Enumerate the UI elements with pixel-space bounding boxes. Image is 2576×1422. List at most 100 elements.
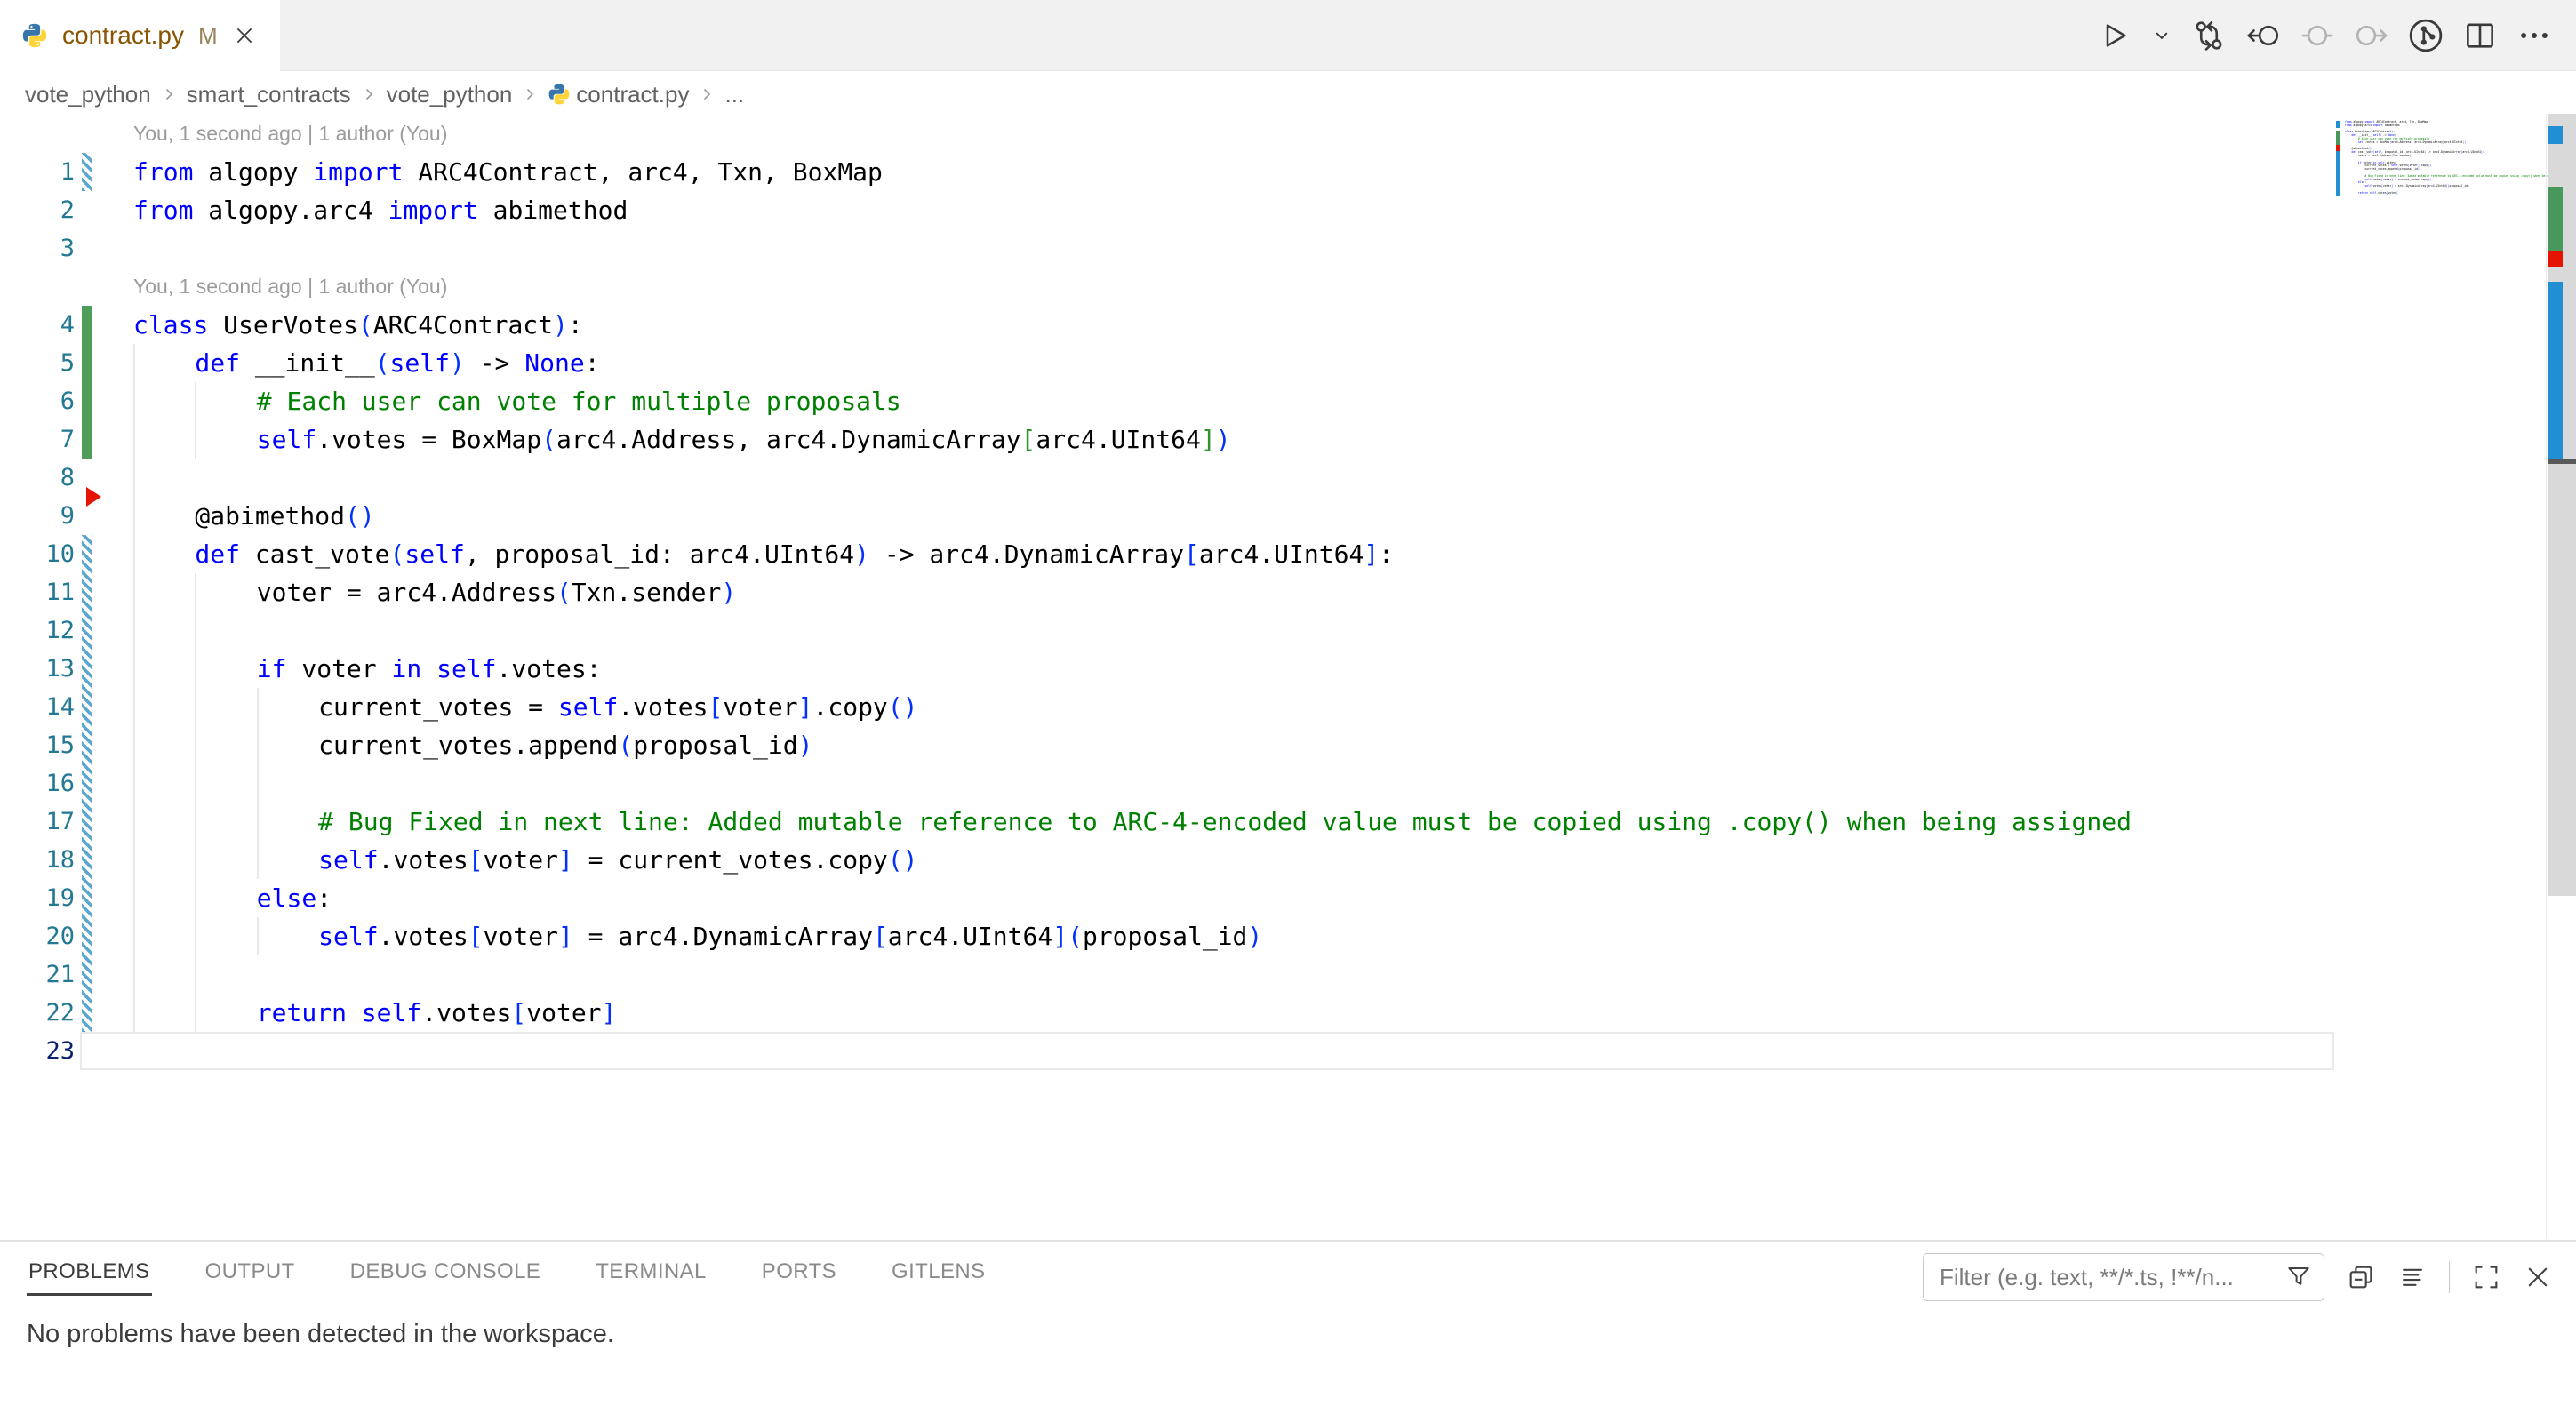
- code-text[interactable]: # Each user can vote for multiple propos…: [133, 382, 901, 420]
- line-number[interactable]: 16: [0, 764, 75, 803]
- codelens-text[interactable]: You, 1 second ago | 1 author (You): [133, 275, 447, 299]
- code-text[interactable]: [133, 611, 257, 650]
- code-line-21[interactable]: 21: [0, 955, 2546, 994]
- line-number[interactable]: 2: [0, 191, 75, 229]
- filter-icon[interactable]: [2284, 1263, 2313, 1291]
- tab-output[interactable]: OUTPUT: [204, 1252, 297, 1296]
- code-text[interactable]: if voter in self.votes:: [133, 650, 602, 688]
- code-text[interactable]: class UserVotes(ARC4Contract):: [133, 306, 583, 344]
- line-number[interactable]: 21: [0, 955, 75, 994]
- run-dropdown-icon[interactable]: [2148, 15, 2175, 56]
- minimap[interactable]: from algopy import ARC4Contract, arc4, T…: [2336, 121, 2546, 198]
- code-text[interactable]: else:: [133, 879, 332, 917]
- open-next-revision-icon[interactable]: [2351, 15, 2392, 56]
- line-number[interactable]: 14: [0, 688, 75, 726]
- code-line-3[interactable]: 3: [0, 229, 2546, 268]
- line-number[interactable]: 13: [0, 650, 75, 688]
- code-text[interactable]: voter = arc4.Address(Txn.sender): [133, 573, 736, 611]
- maximize-panel-icon[interactable]: [2471, 1262, 2501, 1292]
- code-line-17[interactable]: 17 # Bug Fixed in next line: Added mutabl…: [0, 803, 2546, 841]
- close-panel-icon[interactable]: [2523, 1262, 2553, 1292]
- code-line-1[interactable]: 1 from algopy import ARC4Contract, arc4, …: [0, 153, 2546, 191]
- code-text[interactable]: @abimethod(): [133, 497, 375, 535]
- tab-gitlens[interactable]: GITLENS: [890, 1252, 988, 1296]
- tab-close-icon[interactable]: [232, 23, 257, 48]
- line-number[interactable]: 15: [0, 726, 75, 764]
- code-line-6[interactable]: 6 # Each user can vote for multiple propo…: [0, 382, 2546, 420]
- code-text[interactable]: self.votes = BoxMap(arc4.Address, arc4.D…: [133, 420, 1231, 459]
- code-line-5[interactable]: 5 def __init__(self) -> None:: [0, 344, 2546, 382]
- collapse-all-icon[interactable]: [2346, 1262, 2376, 1292]
- open-in-commit-graph-icon[interactable]: [2405, 15, 2446, 56]
- code-text[interactable]: self.votes[voter] = current_votes.copy(): [133, 841, 918, 879]
- line-number[interactable]: 6: [0, 382, 75, 420]
- gitlens-codelens[interactable]: You, 1 second ago | 1 author (You): [0, 115, 2546, 153]
- code-text[interactable]: current_votes.append(proposal_id): [133, 726, 812, 764]
- code-text[interactable]: current_votes = self.votes[voter].copy(): [133, 688, 918, 726]
- git-compare-icon[interactable]: [2188, 15, 2229, 56]
- code-line-18[interactable]: 18 self.votes[voter] = current_votes.copy…: [0, 841, 2546, 879]
- tab-ports[interactable]: PORTS: [760, 1252, 838, 1296]
- line-number[interactable]: 20: [0, 917, 75, 955]
- code-line-2[interactable]: 2 from algopy.arc4 import abimethod: [0, 191, 2546, 229]
- code-line-10[interactable]: 10 def cast_vote(self, proposal_id: arc4.…: [0, 535, 2546, 573]
- code-text[interactable]: from algopy.arc4 import abimethod: [133, 191, 628, 229]
- line-number[interactable]: 17: [0, 803, 75, 841]
- line-number[interactable]: 7: [0, 420, 75, 459]
- code-text[interactable]: # Bug Fixed in next line: Added mutable …: [133, 803, 2132, 841]
- breadcrumb-item-symbol[interactable]: ...: [724, 81, 744, 108]
- line-number[interactable]: 9: [0, 497, 75, 535]
- code-text[interactable]: [133, 764, 318, 803]
- code-line-23[interactable]: 23: [0, 1032, 2546, 1070]
- code-line-14[interactable]: 14 current_votes = self.votes[voter].copy…: [0, 688, 2546, 726]
- line-number[interactable]: 8: [0, 459, 75, 497]
- line-number[interactable]: 12: [0, 611, 75, 650]
- tab-terminal[interactable]: TERMINAL: [594, 1252, 708, 1296]
- code-text[interactable]: self.votes[voter] = arc4.DynamicArray[ar…: [133, 917, 1262, 955]
- code-line-16[interactable]: 16: [0, 764, 2546, 803]
- scrollbar-overview-ruler[interactable]: [2546, 114, 2576, 1239]
- code-text[interactable]: [133, 955, 257, 994]
- code-text[interactable]: from algopy import ARC4Contract, arc4, T…: [133, 153, 883, 191]
- code-line-20[interactable]: 20 self.votes[voter] = arc4.DynamicArray[…: [0, 917, 2546, 955]
- tab-debug-console[interactable]: DEBUG CONSOLE: [348, 1252, 543, 1296]
- line-number[interactable]: 22: [0, 994, 75, 1032]
- gitlens-codelens[interactable]: You, 1 second ago | 1 author (You): [0, 268, 2546, 306]
- open-previous-revision-icon[interactable]: [2243, 15, 2284, 56]
- code-line-12[interactable]: 12: [0, 611, 2546, 650]
- breadcrumb-item[interactable]: vote_python: [25, 81, 151, 108]
- tab-problems[interactable]: PROBLEMS: [27, 1252, 152, 1296]
- more-actions-icon[interactable]: [2514, 15, 2555, 56]
- code-text[interactable]: def cast_vote(self, proposal_id: arc4.UI…: [133, 535, 1394, 573]
- code-line-11[interactable]: 11 voter = arc4.Address(Txn.sender): [0, 573, 2546, 611]
- line-number[interactable]: 23: [0, 1032, 75, 1070]
- line-number[interactable]: 3: [0, 229, 75, 268]
- problems-filter-input[interactable]: [1938, 1263, 2277, 1292]
- code-line-13[interactable]: 13 if voter in self.votes:: [0, 650, 2546, 688]
- code-line-22[interactable]: 22 return self.votes[voter]: [0, 994, 2546, 1032]
- line-number[interactable]: 10: [0, 535, 75, 573]
- line-number[interactable]: 19: [0, 879, 75, 917]
- line-number[interactable]: 11: [0, 573, 75, 611]
- code-line-8[interactable]: 8: [0, 459, 2546, 497]
- breadcrumb-item-file[interactable]: contract.py: [548, 81, 689, 108]
- code-line-15[interactable]: 15 current_votes.append(proposal_id): [0, 726, 2546, 764]
- code-text[interactable]: def __init__(self) -> None:: [133, 344, 600, 382]
- tab-contract-py[interactable]: contract.py M: [0, 0, 280, 71]
- run-python-file-icon[interactable]: [2094, 15, 2135, 56]
- problems-filter-box[interactable]: [1923, 1253, 2324, 1301]
- breadcrumb-item[interactable]: vote_python: [387, 81, 513, 108]
- line-number[interactable]: 1: [0, 153, 75, 191]
- split-editor-icon[interactable]: [2460, 15, 2500, 56]
- line-number[interactable]: 5: [0, 344, 75, 382]
- code-line-4[interactable]: 4class UserVotes(ARC4Contract):: [0, 306, 2546, 344]
- codelens-text[interactable]: You, 1 second ago | 1 author (You): [133, 122, 447, 146]
- code-line-7[interactable]: 7 self.votes = BoxMap(arc4.Address, arc4.…: [0, 420, 2546, 459]
- open-revision-icon[interactable]: [2297, 15, 2338, 56]
- code-text[interactable]: [133, 459, 195, 497]
- breadcrumb-item[interactable]: smart_contracts: [187, 81, 351, 108]
- code-editor[interactable]: You, 1 second ago | 1 author (You) 1 from …: [0, 115, 2546, 1070]
- line-number[interactable]: 18: [0, 841, 75, 879]
- code-line-19[interactable]: 19 else:: [0, 879, 2546, 917]
- code-text[interactable]: return self.votes[voter]: [133, 994, 616, 1032]
